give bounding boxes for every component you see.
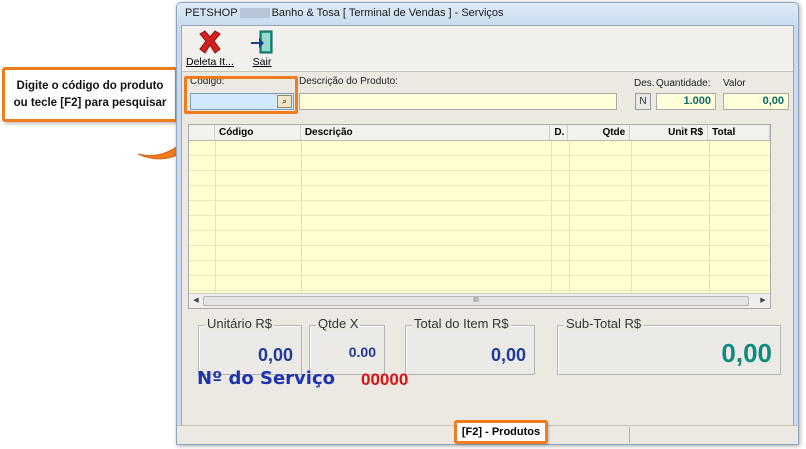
delete-item-label: Deleta It... (186, 56, 234, 68)
scroll-left-icon[interactable]: ◀ (191, 296, 201, 306)
grid-col-codigo[interactable]: Código (215, 125, 301, 140)
qtde-label: Qtde X (316, 316, 361, 331)
window-title-left: PETSHOP (185, 7, 238, 19)
subtotal-value: 0,00 (721, 338, 772, 368)
grid-divider (551, 141, 552, 293)
unitario-value: 0,00 (257, 345, 293, 365)
grid-col-total[interactable]: Total (708, 125, 770, 140)
window-title-right: Banho & Tosa [ Terminal de Vendas ] - Se… (271, 7, 504, 19)
quantidade-label: Quantidade: (656, 78, 711, 89)
grid-divider (301, 141, 302, 293)
grid-col-unit[interactable]: Unit R$ (630, 125, 709, 140)
status-divider (629, 427, 630, 443)
delete-item-button[interactable]: Deleta It... (186, 28, 234, 68)
exit-door-icon (246, 28, 278, 56)
scroll-thumb[interactable]: III (203, 296, 749, 306)
codigo-highlight (184, 76, 298, 114)
grid-col-d[interactable]: D. (550, 125, 569, 140)
title-bar[interactable]: PETSHOP Banho & Tosa [ Terminal de Vendas… (177, 3, 798, 25)
descricao-label: Descrição do Produto: (299, 76, 398, 87)
delete-x-icon (194, 28, 226, 56)
horizontal-scrollbar[interactable]: ◀ III ▶ (189, 293, 770, 308)
servico-number: 00000 (361, 370, 409, 389)
subtotal-box: Sub-Total R$ 0,00 (557, 316, 781, 375)
title-redacted (239, 8, 270, 19)
total-item-label: Total do Item R$ (412, 316, 511, 331)
callout-line1: Digite o código do produto (16, 79, 164, 92)
quantidade-input[interactable]: 1.000 (656, 93, 716, 110)
grid-header: Código Descrição D. Qtde Unit R$ Total (189, 125, 770, 141)
grid-indicator-col (189, 125, 215, 140)
exit-label: Sair (252, 56, 272, 68)
des-toggle[interactable]: N (635, 93, 651, 110)
total-item-box: Total do Item R$ 0,00 (405, 316, 535, 375)
exit-button[interactable]: Sair (246, 28, 278, 68)
descricao-input[interactable] (299, 93, 617, 110)
f2-products-hint[interactable]: [F2] - Produtos (454, 420, 548, 444)
total-item-value: 0,00 (490, 345, 526, 365)
grid-col-qtde[interactable]: Qtde (568, 125, 631, 140)
grid-divider (215, 141, 216, 293)
grid-divider (569, 141, 570, 293)
grid-col-descricao[interactable]: Descrição (301, 125, 551, 140)
toolbar: Deleta It... Sair (182, 26, 793, 72)
grid-divider (709, 141, 710, 293)
valor-label: Valor (723, 78, 746, 89)
valor-input[interactable]: 0,00 (723, 93, 789, 110)
grid-divider (631, 141, 632, 293)
items-grid[interactable]: Código Descrição D. Qtde Unit R$ Total ◀… (188, 124, 771, 309)
des-label: Des. (634, 78, 655, 89)
qtde-value: 0.00 (348, 344, 376, 360)
servico-label: Nº do Serviço (197, 368, 335, 389)
scroll-right-icon[interactable]: ▶ (758, 296, 768, 306)
app-window: PETSHOP Banho & Tosa [ Terminal de Vendas… (176, 2, 799, 445)
unitario-label: Unitário R$ (205, 316, 275, 331)
grid-body[interactable] (189, 141, 770, 293)
subtotal-label: Sub-Total R$ (564, 316, 644, 331)
